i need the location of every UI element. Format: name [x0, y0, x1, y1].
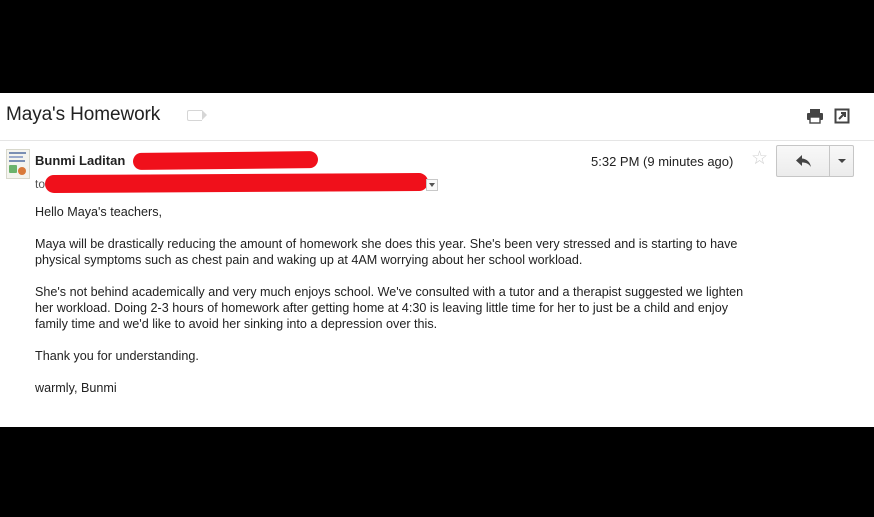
- header-divider: [0, 140, 874, 141]
- subject-header: Maya's Homework: [0, 93, 874, 137]
- redaction-mark: [132, 151, 319, 170]
- sender-name[interactable]: Bunmi Laditan: [35, 153, 125, 168]
- email-subject: Maya's Homework: [6, 104, 161, 125]
- email-timestamp: 5:32 PM (9 minutes ago): [591, 154, 734, 169]
- body-paragraph: She's not behind academically and very m…: [35, 285, 744, 331]
- closing-line: Thank you for understanding.: [35, 349, 199, 363]
- chevron-down-icon[interactable]: [426, 179, 438, 191]
- redaction-mark: [44, 172, 429, 194]
- greeting: Hello Maya's teachers,: [35, 205, 162, 219]
- recipient-label: to: [35, 177, 46, 191]
- email-body: Hello Maya's teachers, Maya will be dras…: [35, 204, 855, 412]
- reply-button[interactable]: [776, 145, 830, 177]
- signoff: warmly, Bunmi: [35, 381, 117, 395]
- more-actions-button[interactable]: [829, 145, 854, 177]
- label-icon[interactable]: [187, 110, 207, 121]
- open-in-new-window-icon[interactable]: [834, 108, 850, 124]
- sender-avatar[interactable]: [6, 149, 30, 179]
- body-paragraph: Maya will be drastically reducing the am…: [35, 237, 738, 267]
- print-icon[interactable]: [806, 108, 824, 124]
- reply-icon: [796, 155, 811, 167]
- star-icon[interactable]: ☆: [751, 149, 768, 169]
- email-view: Maya's Homework Bunmi Laditan to 5:32 PM…: [0, 93, 874, 427]
